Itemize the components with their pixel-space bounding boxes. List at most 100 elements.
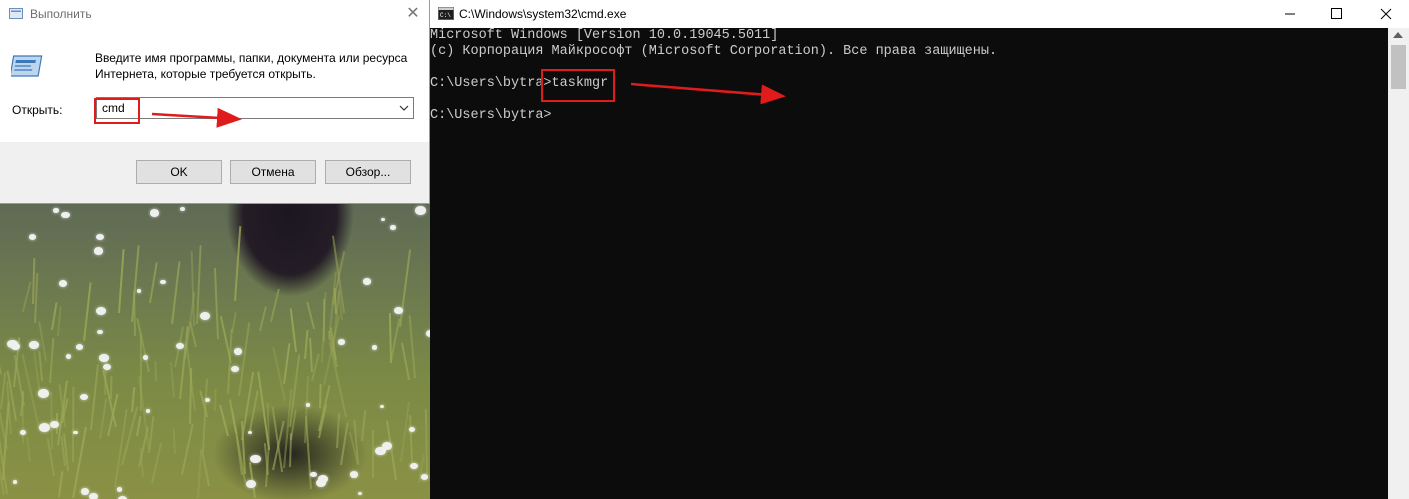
wallpaper-flower [371,344,378,350]
wallpaper-grass [181,424,194,476]
wallpaper-flower [19,430,26,435]
wallpaper-flower [230,365,240,373]
console-line: C:\Users\bytra>taskmgr [430,76,609,91]
wallpaper-grass [400,342,410,381]
browse-button[interactable]: Обзор... [325,160,411,184]
wallpaper-flower [93,247,103,255]
wallpaper-bear [205,204,375,324]
wallpaper-flower [53,208,59,213]
wallpaper-flower [381,217,386,222]
wallpaper-flower [65,354,72,359]
wallpaper-flower [116,487,123,492]
wallpaper-flower [73,431,78,435]
wallpaper-flower [358,491,363,495]
wallpaper-flower [248,431,253,435]
wallpaper-flower [99,354,109,362]
run-titlebar[interactable]: Выполнить ✕ [0,0,429,28]
wallpaper-grass [249,390,259,432]
open-combobox[interactable]: cmd [96,97,414,119]
wallpaper-flower [95,307,107,316]
wallpaper-grass [99,398,108,440]
wallpaper-flower [415,206,426,215]
close-icon[interactable] [1363,0,1409,28]
close-icon[interactable]: ✕ [404,5,422,23]
wallpaper-flower [6,339,18,349]
wallpaper-grass [219,404,229,437]
wallpaper-grass [118,249,126,314]
wallpaper-grass [57,306,63,336]
wallpaper-flower [61,211,70,219]
maximize-icon[interactable] [1313,0,1359,28]
wallpaper-flower [80,488,90,495]
wallpaper-grass [72,386,75,462]
run-body: Введите имя программы, папки, документа … [0,28,429,142]
wallpaper-flower [408,427,415,432]
wallpaper-grass [283,342,291,385]
wallpaper-flower [29,341,39,349]
console-line: C:\Users\bytra> [430,108,552,123]
wallpaper-grass [304,330,309,360]
desktop-wallpaper [0,204,430,499]
cmd-title: C:\Windows\system32\cmd.exe [459,7,627,21]
wallpaper-flower [338,339,345,345]
wallpaper-grass [361,409,367,441]
wallpaper-flower [146,409,151,413]
wallpaper-flower [75,344,84,350]
wallpaper-grass [0,344,3,375]
wallpaper-flower [149,209,159,217]
run-title: Выполнить [30,7,92,21]
console-output[interactable]: Microsoft Windows [Version 10.0.19045.50… [430,28,1388,499]
wallpaper-grass [425,408,429,477]
wallpaper-grass [266,402,270,449]
wallpaper-flower [28,234,36,240]
cmd-window: C:\ C:\Windows\system32\cmd.exe Microsof… [430,0,1409,499]
chevron-down-icon[interactable] [398,101,410,115]
wallpaper-flower [200,311,211,320]
wallpaper-grass [89,364,99,431]
wallpaper-grass [238,322,251,397]
wallpaper-grass [170,261,180,325]
wallpaper-flower [38,389,50,398]
ok-button[interactable]: OK [136,160,222,184]
wallpaper-grass [50,391,54,449]
wallpaper-flower [13,480,18,484]
wallpaper-grass [135,416,142,437]
wallpaper-flower [350,471,359,478]
wallpaper-flower [96,233,104,240]
scroll-up-icon[interactable] [1393,32,1403,38]
wallpaper-grass [26,436,32,462]
wallpaper-flower [59,280,68,287]
wallpaper-flower [204,397,210,402]
wallpaper-flower [380,404,385,409]
wallpaper-flower [245,479,256,488]
wallpaper-grass [150,442,162,484]
wallpaper-grass [49,338,55,384]
wallpaper-grass [136,318,151,374]
wallpaper-flower [159,279,166,285]
cmd-app-icon: C:\ [438,7,454,20]
wallpaper-grass [110,376,113,400]
run-program-icon [11,55,43,77]
wallpaper-flower [310,471,317,478]
wallpaper-flower [382,441,393,450]
wallpaper-flower [421,474,429,480]
svg-text:C:\: C:\ [440,12,451,19]
open-input[interactable]: cmd [102,101,125,115]
wallpaper-flower [234,347,243,355]
wallpaper-grass [38,351,43,382]
run-description: Введите имя программы, папки, документа … [95,51,408,81]
cmd-titlebar[interactable]: C:\ C:\Windows\system32\cmd.exe [430,0,1409,28]
wallpaper-flower [250,454,261,464]
scrollbar-thumb[interactable] [1391,45,1406,89]
wallpaper-grass [83,282,93,342]
cancel-button[interactable]: Отмена [230,160,316,184]
wallpaper-flower [317,475,328,484]
wallpaper-grass [318,384,322,408]
run-app-icon [9,8,23,19]
vertical-scrollbar[interactable] [1388,28,1409,499]
wallpaper-grass [0,371,7,409]
wallpaper-flower [117,495,127,499]
console-line: Microsoft Windows [Version 10.0.19045.50… [430,28,779,43]
minimize-icon[interactable] [1267,0,1313,28]
wallpaper-grass [386,420,398,480]
